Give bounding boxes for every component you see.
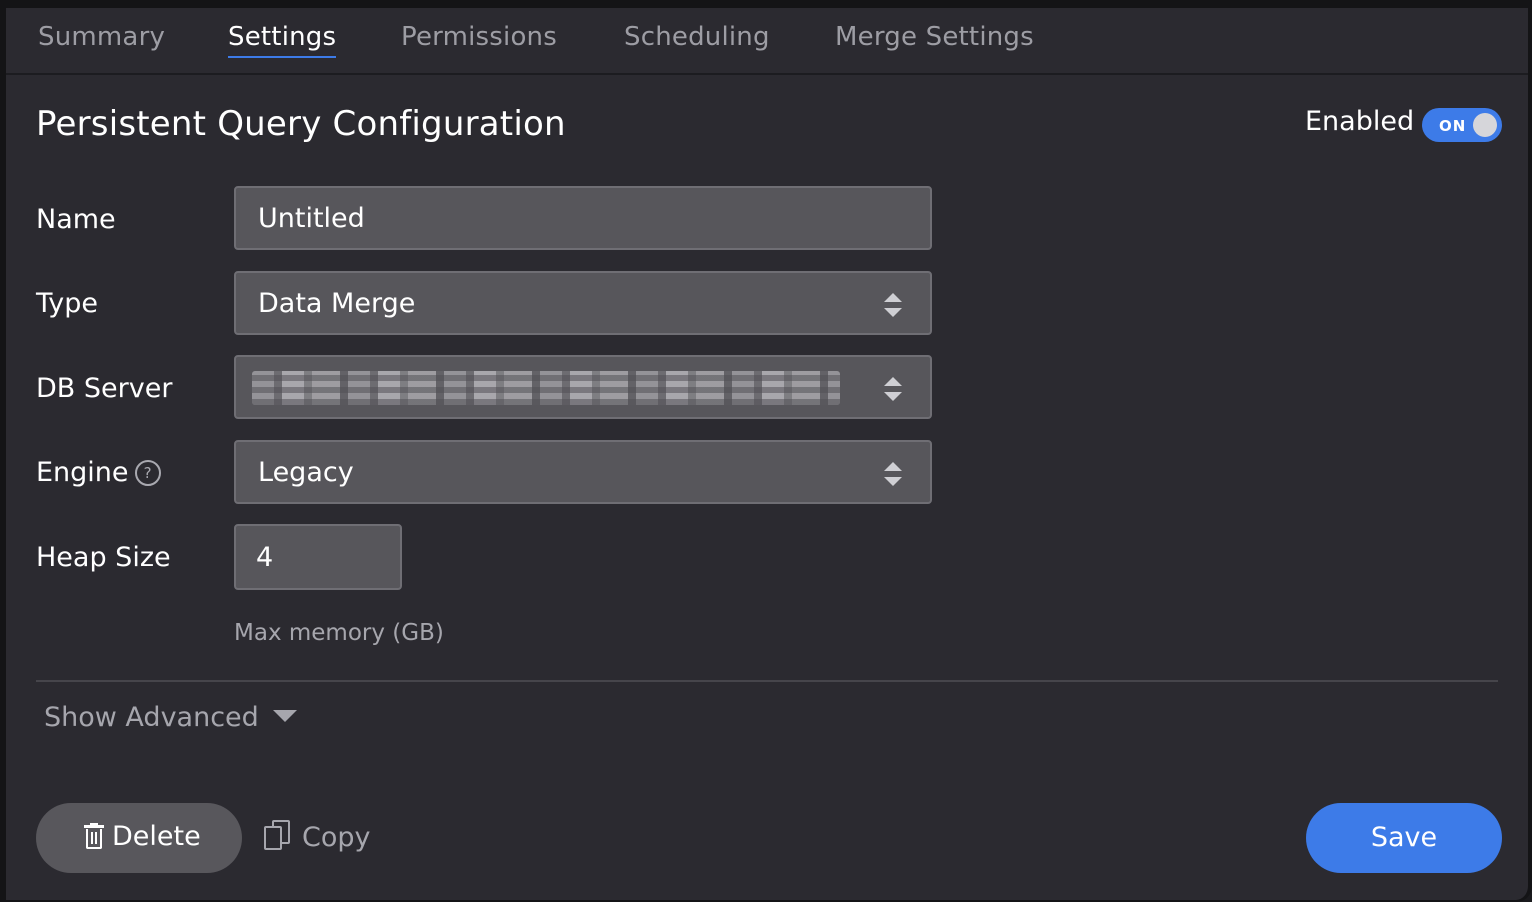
redacted-server-value (252, 371, 840, 405)
heap-size-hint: Max memory (GB) (234, 620, 444, 646)
engine-label-text: Engine (36, 457, 129, 488)
divider (36, 680, 1498, 682)
heap-size-input[interactable]: 4 (234, 524, 402, 590)
engine-value: Legacy (258, 457, 354, 488)
copy-icon (264, 820, 292, 852)
enabled-toggle[interactable]: ON (1422, 108, 1502, 142)
tab-merge-settings[interactable]: Merge Settings (835, 22, 1034, 52)
toggle-on-text: ON (1439, 117, 1467, 135)
db-server-select[interactable] (234, 355, 932, 419)
caret-down-icon (272, 710, 297, 722)
enabled-label: Enabled (1305, 106, 1415, 137)
trash-icon (84, 823, 104, 849)
help-icon[interactable]: ? (134, 460, 161, 486)
db-server-label: DB Server (36, 373, 173, 404)
tab-summary[interactable]: Summary (38, 22, 165, 52)
page-title: Persistent Query Configuration (36, 104, 566, 144)
tab-bar: Summary Settings Permissions Scheduling … (6, 8, 1528, 75)
heap-size-label: Heap Size (36, 542, 171, 573)
show-advanced-toggle[interactable]: Show Advanced (44, 702, 297, 733)
delete-label: Delete (112, 821, 201, 852)
name-label: Name (36, 204, 116, 235)
toggle-knob (1473, 113, 1497, 137)
type-select[interactable]: Data Merge (234, 271, 932, 335)
copy-button[interactable]: Copy (264, 820, 371, 853)
engine-label: Engine? (36, 457, 161, 488)
type-label: Type (36, 288, 99, 319)
tab-settings[interactable]: Settings (228, 22, 337, 58)
tab-scheduling[interactable]: Scheduling (624, 22, 770, 52)
config-panel: Summary Settings Permissions Scheduling … (0, 0, 1532, 902)
tab-permissions[interactable]: Permissions (401, 22, 557, 52)
name-value: Untitled (258, 203, 365, 234)
save-button[interactable]: Save (1306, 803, 1502, 873)
name-input[interactable]: Untitled (234, 186, 932, 250)
delete-button[interactable]: Delete (36, 803, 242, 873)
copy-label: Copy (302, 822, 371, 853)
select-arrows-icon (884, 462, 902, 486)
select-arrows-icon (884, 377, 902, 401)
heap-size-value: 4 (256, 542, 274, 573)
select-arrows-icon (884, 293, 902, 317)
show-advanced-label: Show Advanced (44, 702, 259, 733)
type-value: Data Merge (258, 288, 416, 319)
engine-select[interactable]: Legacy (234, 440, 932, 504)
